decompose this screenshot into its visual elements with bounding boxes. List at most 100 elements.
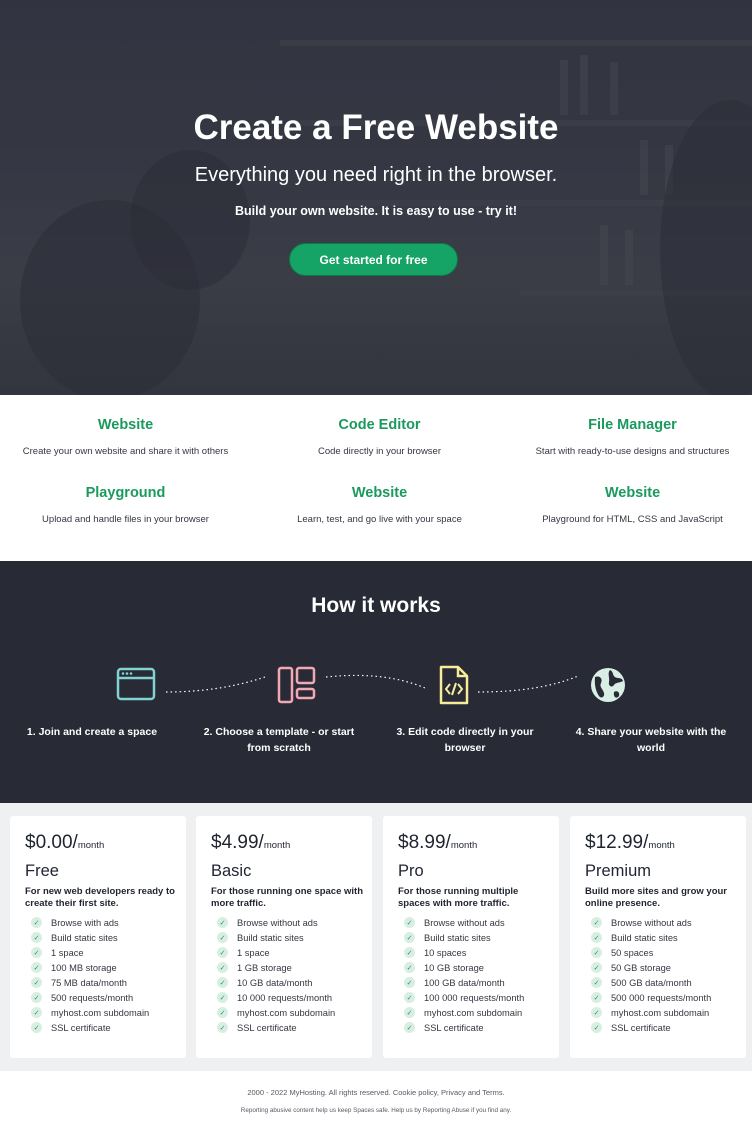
price-period: month (450, 840, 478, 851)
template-layout-icon (277, 666, 316, 704)
feature-title[interactable]: Website (0, 417, 251, 433)
price-period: month (648, 840, 675, 851)
check-icon: ✓ (404, 962, 415, 973)
check-icon: ✓ (404, 977, 415, 988)
pricing-card-free[interactable]: $0.00/ month Free For new web developers… (10, 816, 186, 1058)
footer-copyright[interactable]: 2000 - 2022 MyHosting. All rights reserv… (0, 1088, 752, 1097)
plan-description: For new web developers ready to create t… (25, 886, 175, 909)
check-icon: ✓ (404, 947, 415, 958)
features-section: Website Create your own website and shar… (0, 395, 752, 561)
step-connector-dots (165, 674, 579, 693)
step-label: 3. Edit code directly in your browser (396, 726, 534, 754)
list-item: ✓ 10 spaces (398, 945, 559, 960)
list-item: ✓ 500 GB data/month (585, 975, 746, 990)
check-icon: ✓ (217, 917, 228, 928)
feature-website: Website Create your own website and shar… (0, 417, 251, 457)
feature-title[interactable]: Playground (0, 485, 251, 501)
list-item: ✓ SSL certificate (25, 1020, 186, 1035)
list-item: ✓ Browse without ads (585, 915, 746, 930)
check-icon: ✓ (591, 917, 602, 928)
plan-name: Premium (585, 862, 652, 880)
list-item: ✓ SSL certificate (211, 1020, 372, 1035)
step-label: 2. Choose a template - or start from scr… (203, 726, 355, 754)
list-item: ✓ Build static sites (585, 930, 746, 945)
list-item: ✓ 100 MB storage (25, 960, 186, 975)
pricing-card-pro[interactable]: $8.99/ month Pro For those running multi… (383, 816, 559, 1058)
list-item: ✓ 100 000 requests/month (398, 990, 559, 1005)
list-item: ✓ Browse with ads (25, 915, 186, 930)
globe-icon (591, 668, 625, 702)
list-item: ✓ 75 MB data/month (25, 975, 186, 990)
list-item: ✓ Build static sites (25, 930, 186, 945)
list-item: ✓ myhost.com subdomain (585, 1005, 746, 1020)
check-icon: ✓ (217, 1007, 228, 1018)
check-icon: ✓ (404, 992, 415, 1003)
check-icon: ✓ (591, 932, 602, 943)
check-icon: ✓ (404, 1007, 415, 1018)
list-item: ✓ Browse without ads (211, 915, 372, 930)
plan-feature-list: ✓ Browse without ads ✓ Build static sites … (398, 915, 559, 1035)
check-icon: ✓ (217, 962, 228, 973)
feature-file-manager: File Manager Start with ready-to-use des… (507, 417, 752, 457)
check-icon: ✓ (31, 932, 42, 943)
list-item: ✓ SSL certificate (585, 1020, 746, 1035)
feature-website: Website Learn, test, and go live with yo… (254, 485, 505, 525)
check-icon: ✓ (31, 947, 42, 958)
get-started-button[interactable]: Get started for free (289, 243, 458, 276)
pricing-card-premium[interactable]: $12.99/ month Premium Build more sites a… (570, 816, 746, 1058)
list-item: ✓ Build static sites (211, 930, 372, 945)
footer-abuse-note[interactable]: Reporting abusive content help us keep S… (0, 1107, 752, 1114)
price-period: month (77, 840, 105, 851)
list-item: ✓ Build static sites (398, 930, 559, 945)
price-amount: $0.00/ (25, 832, 78, 853)
list-item: ✓ Browse without ads (398, 915, 559, 930)
hero-section: Create a Free Website Everything you nee… (0, 0, 752, 395)
feature-title[interactable]: Website (507, 485, 752, 501)
check-icon: ✓ (404, 1022, 415, 1033)
list-item: ✓ myhost.com subdomain (398, 1005, 559, 1020)
feature-title[interactable]: Code Editor (254, 417, 505, 433)
plan-name: Pro (398, 862, 424, 880)
check-icon: ✓ (31, 917, 42, 928)
list-item: ✓ 10 GB storage (398, 960, 559, 975)
check-icon: ✓ (591, 962, 602, 973)
step-label: 4. Share your website with the world (575, 726, 727, 754)
price-amount: $8.99/ (398, 832, 451, 853)
list-item: ✓ myhost.com subdomain (25, 1005, 186, 1020)
check-icon: ✓ (31, 977, 42, 988)
feature-title[interactable]: Website (254, 485, 505, 501)
list-item: ✓ 1 GB storage (211, 960, 372, 975)
hero-title: Create a Free Website (193, 108, 559, 147)
feature-title[interactable]: File Manager (507, 417, 752, 433)
feature-description: Learn, test, and go live with your space (297, 514, 462, 525)
check-icon: ✓ (591, 1007, 602, 1018)
check-icon: ✓ (591, 947, 602, 958)
check-icon: ✓ (404, 917, 415, 928)
feature-description: Start with ready-to-use designs and stru… (535, 446, 730, 457)
check-icon: ✓ (217, 932, 228, 943)
plan-description: Build more sites and grow your online pr… (585, 886, 727, 909)
hero-tagline: Build your own website. It is easy to us… (235, 204, 517, 218)
plan-description: For those running one space with more tr… (211, 886, 364, 909)
price-amount: $4.99/ (211, 832, 264, 853)
list-item: ✓ 10 000 requests/month (211, 990, 372, 1005)
list-item: ✓ SSL certificate (398, 1020, 559, 1035)
check-icon: ✓ (31, 962, 42, 973)
list-item: ✓ 50 GB storage (585, 960, 746, 975)
feature-code-editor: Code Editor Code directly in your browse… (254, 417, 505, 457)
plan-description: For those running multiple spaces with m… (398, 886, 519, 909)
feature-description: Code directly in your browser (317, 446, 442, 457)
list-item: ✓ 1 space (211, 945, 372, 960)
list-item: ✓ 1 space (25, 945, 186, 960)
plan-feature-list: ✓ Browse without ads ✓ Build static sites … (211, 915, 372, 1035)
plan-feature-list: ✓ Browse with ads ✓ Build static sites ✓ 1 … (25, 915, 186, 1035)
price-amount: $12.99/ (585, 832, 649, 853)
list-item: ✓ 500 requests/month (25, 990, 186, 1005)
plan-name: Free (25, 862, 59, 880)
list-item: ✓ myhost.com subdomain (211, 1005, 372, 1020)
price-period: month (263, 840, 291, 851)
feature-playground: Playground Upload and handle files in yo… (0, 485, 251, 525)
hero-subtitle: Everything you need right in the browser… (194, 164, 558, 186)
pricing-card-basic[interactable]: $4.99/ month Basic For those running one… (196, 816, 372, 1058)
check-icon: ✓ (217, 1022, 228, 1033)
